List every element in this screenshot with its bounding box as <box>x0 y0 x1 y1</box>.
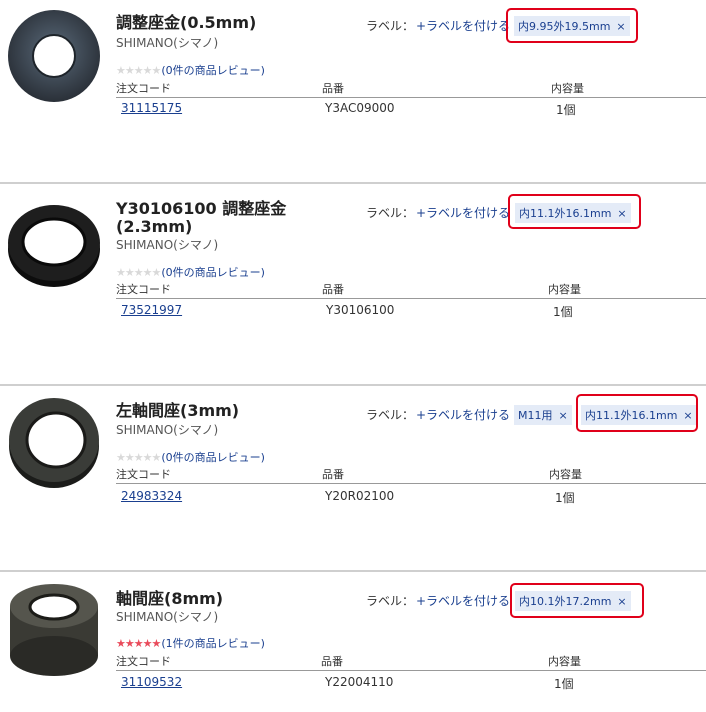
table-header: 注文コード 品番 内容量 <box>116 466 706 484</box>
highlight-box <box>576 394 698 432</box>
review-summary[interactable]: ★★★★★ (0件の商品レビュー) <box>116 62 265 78</box>
col-quantity: 内容量 <box>549 468 582 481</box>
order-code-link[interactable]: 73521997 <box>121 303 182 317</box>
product-title[interactable]: 左軸間座(3mm) <box>116 402 316 420</box>
table-header: 注文コード 品番 内容量 <box>116 653 706 671</box>
col-order-code: 注文コード <box>116 283 171 296</box>
rating-stars: ★★★★★ <box>116 63 161 77</box>
highlight-box <box>506 8 638 43</box>
label-caption: ラベル： <box>366 408 415 422</box>
product-title[interactable]: Y30106100 調整座金(2.3mm) <box>116 200 316 236</box>
part-number: Y20R02100 <box>325 489 395 503</box>
product-image-spacer[interactable] <box>6 394 102 490</box>
quantity: 1個 <box>555 491 575 505</box>
review-link[interactable]: (0件の商品レビュー) <box>161 449 265 465</box>
review-summary[interactable]: ★★★★★ (0件の商品レビュー) <box>116 449 265 465</box>
product-image-washer[interactable] <box>6 8 102 104</box>
rating-stars: ★★★★★ <box>116 636 161 650</box>
rating-stars: ★★★★★ <box>116 450 161 464</box>
col-quantity: 内容量 <box>548 655 581 668</box>
rating-stars: ★★★★★ <box>116 265 161 279</box>
table-row: 73521997 Y30106100 1個 <box>116 303 706 323</box>
product-image-washer[interactable] <box>6 196 102 292</box>
label-tag-text: M11用 <box>518 409 553 422</box>
add-label-link[interactable]: +ラベルを付ける <box>416 592 510 609</box>
label-caption: ラベル： <box>366 594 415 608</box>
label-caption: ラベル： <box>366 206 415 220</box>
order-code-link[interactable]: 24983324 <box>121 489 182 503</box>
highlight-box <box>510 583 644 618</box>
order-code-link[interactable]: 31109532 <box>121 675 182 689</box>
label-tag[interactable]: M11用 × <box>514 405 572 425</box>
part-number: Y22004110 <box>325 675 394 689</box>
product-maker: SHIMANO(シマノ) <box>116 610 219 624</box>
order-code-link[interactable]: 31115175 <box>121 101 182 115</box>
quantity: 1個 <box>553 305 573 319</box>
col-part-number: 品番 <box>322 468 344 481</box>
highlight-box <box>508 194 641 229</box>
add-label-link[interactable]: +ラベルを付ける <box>416 17 510 34</box>
divider <box>0 570 706 572</box>
col-part-number: 品番 <box>321 655 343 668</box>
review-link[interactable]: (0件の商品レビュー) <box>161 264 265 280</box>
label-caption: ラベル： <box>366 19 415 33</box>
col-order-code: 注文コード <box>116 468 171 481</box>
col-part-number: 品番 <box>322 82 344 95</box>
col-order-code: 注文コード <box>116 82 171 95</box>
product-title[interactable]: 調整座金(0.5mm) <box>116 14 346 32</box>
review-link[interactable]: (0件の商品レビュー) <box>161 62 265 78</box>
product-maker: SHIMANO(シマノ) <box>116 36 219 50</box>
add-label-link[interactable]: +ラベルを付ける <box>416 204 510 221</box>
col-quantity: 内容量 <box>548 283 581 296</box>
part-number: Y30106100 <box>326 303 395 317</box>
table-header: 注文コード 品番 内容量 <box>116 281 706 299</box>
table-row: 31115175 Y3AC09000 1個 <box>116 101 706 121</box>
table-row: 31109532 Y22004110 1個 <box>116 675 706 695</box>
divider <box>0 182 706 184</box>
col-part-number: 品番 <box>322 283 344 296</box>
col-quantity: 内容量 <box>551 82 584 95</box>
remove-tag-icon[interactable]: × <box>559 409 568 422</box>
product-maker: SHIMANO(シマノ) <box>116 238 219 252</box>
table-header: 注文コード 品番 内容量 <box>116 80 706 98</box>
review-summary[interactable]: ★★★★★ (0件の商品レビュー) <box>116 264 265 280</box>
table-row: 24983324 Y20R02100 1個 <box>116 489 706 509</box>
product-title[interactable]: 軸間座(8mm) <box>116 590 316 608</box>
quantity: 1個 <box>554 677 574 691</box>
review-summary[interactable]: ★★★★★ (1件の商品レビュー) <box>116 635 265 651</box>
product-image-spacer[interactable] <box>6 580 102 676</box>
part-number: Y3AC09000 <box>325 101 395 115</box>
review-link[interactable]: (1件の商品レビュー) <box>161 635 265 651</box>
add-label-link[interactable]: +ラベルを付ける <box>416 406 510 423</box>
product-maker: SHIMANO(シマノ) <box>116 423 219 437</box>
quantity: 1個 <box>556 103 576 117</box>
divider <box>0 384 706 386</box>
col-order-code: 注文コード <box>116 655 171 668</box>
